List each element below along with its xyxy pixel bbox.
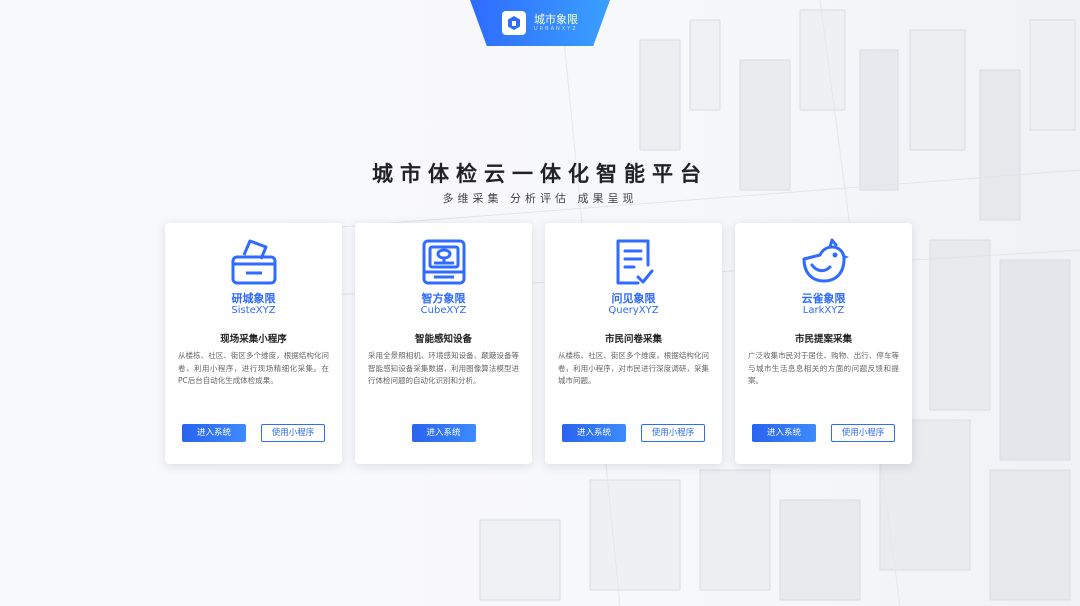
use-mini-program-button[interactable]: 使用小程序 xyxy=(641,424,705,442)
product-description: 广泛收集市民对于居住、购物、出行、停车等与城市生活息息相关的方面的问题反馈和提案… xyxy=(748,351,899,385)
product-name: 智方象限 xyxy=(421,292,466,305)
device-box-icon xyxy=(422,239,465,285)
product-english-name: LarkXYZ xyxy=(802,305,845,316)
brand-subname: URBANXYZ xyxy=(534,26,578,32)
brand-logo-icon xyxy=(502,11,526,35)
page-subtitle: 多维采集 分析评估 成果呈现 xyxy=(442,192,638,205)
product-title: 智能感知设备 xyxy=(414,334,472,345)
enter-system-button[interactable]: 进入系统 xyxy=(182,424,246,442)
product-card-siste: 研城象限 SisteXYZ 现场采集小程序 从楼栋、社区、街区多个维度，根据结构… xyxy=(165,223,342,464)
ballot-box-icon xyxy=(231,239,276,285)
enter-system-button[interactable]: 进入系统 xyxy=(562,424,626,442)
bird-icon xyxy=(802,238,849,283)
product-card-cube: 智方象限 CubeXYZ 智能感知设备 采用全景照相机、环境感知设备、颠簸设备等… xyxy=(355,223,532,464)
product-english-name: QueryXYZ xyxy=(608,305,659,316)
product-description: 采用全景照相机、环境感知设备、颠簸设备等智能感知设备采集数据，利用图像算法模型进… xyxy=(368,351,519,385)
product-title: 市民问卷采集 xyxy=(604,334,662,345)
page-title: 城市体检云一体化智能平台 xyxy=(372,162,708,186)
brand-name: 城市象限 xyxy=(534,13,578,26)
product-english-name: CubeXYZ xyxy=(420,305,467,316)
product-name: 研城象限 xyxy=(231,292,276,305)
product-cards: 研城象限 SisteXYZ 现场采集小程序 从楼栋、社区、街区多个维度，根据结构… xyxy=(165,223,912,464)
product-name: 云雀象限 xyxy=(801,292,846,305)
product-english-name: SisteXYZ xyxy=(231,305,276,316)
brand-logo[interactable]: 城市象限 URBANXYZ xyxy=(470,0,610,46)
product-title: 市民提案采集 xyxy=(794,334,852,345)
product-card-query: 问见象限 QueryXYZ 市民问卷采集 从楼栋、社区、街区多个维度，根据结构化… xyxy=(545,223,722,464)
enter-system-button[interactable]: 进入系统 xyxy=(752,424,816,442)
use-mini-program-button[interactable]: 使用小程序 xyxy=(831,424,895,442)
product-card-lark: 云雀象限 LarkXYZ 市民提案采集 广泛收集市民对于居住、购物、出行、停车等… xyxy=(735,223,912,464)
product-description: 从楼栋、社区、街区多个维度，根据结构化问卷，利用小程序，进行现场精细化采集。在P… xyxy=(178,351,329,385)
product-name: 问见象限 xyxy=(611,292,656,305)
checklist-icon xyxy=(616,239,653,285)
product-title: 现场采集小程序 xyxy=(220,334,287,345)
use-mini-program-button[interactable]: 使用小程序 xyxy=(261,424,325,442)
product-description: 从楼栋、社区、街区多个维度，根据结构化问卷，利用小程序，对市民进行深度调研，采集… xyxy=(558,351,709,385)
enter-system-button[interactable]: 进入系统 xyxy=(411,424,476,442)
